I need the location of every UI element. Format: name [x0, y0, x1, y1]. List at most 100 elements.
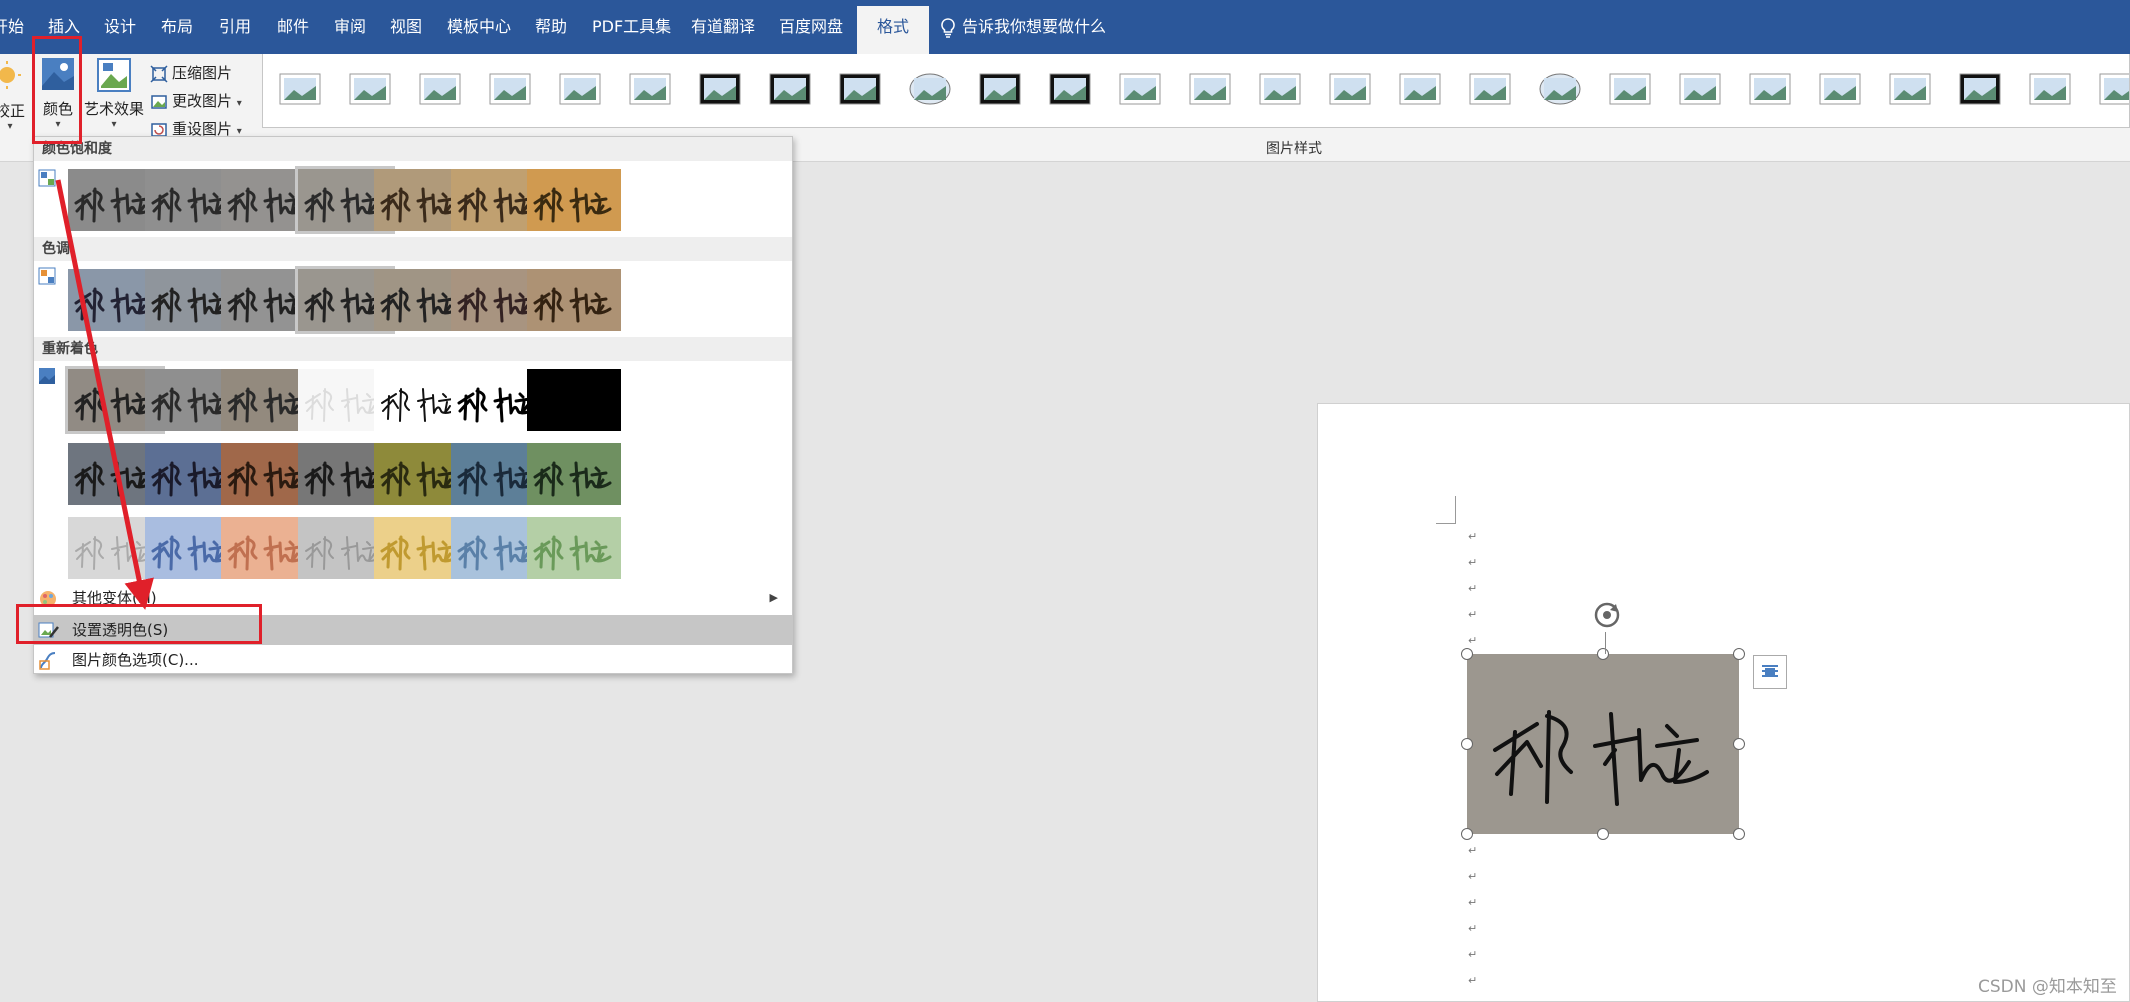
chevron-down-icon: ▾ [236, 98, 242, 109]
paragraph-mark: ↵ [1468, 974, 1478, 987]
tab-design[interactable]: 设计 [104, 0, 136, 54]
picture-style-thumbnail[interactable] [1817, 70, 1863, 108]
tab-review[interactable]: 审阅 [334, 0, 366, 54]
color-variant-thumbnail[interactable] [527, 443, 621, 505]
resize-handle[interactable] [1461, 738, 1473, 750]
paragraph-mark: ↵ [1468, 530, 1478, 543]
picture-style-thumbnail[interactable] [1397, 70, 1443, 108]
paragraph-mark: ↵ [1468, 896, 1478, 909]
corrections-button[interactable]: 校正 ▾ [0, 58, 30, 132]
csdn-watermark: CSDN @知本知至 [1978, 977, 2117, 997]
paragraph-mark: ↵ [1468, 922, 1478, 935]
picture-color-options-item[interactable]: 图片颜色选项(C)... [34, 645, 792, 675]
tab-template-center[interactable]: 模板中心 [447, 0, 511, 54]
resize-handle[interactable] [1461, 828, 1473, 840]
tab-baidu-netdisk[interactable]: 百度网盘 [779, 0, 843, 54]
corrections-label: 校正 [0, 102, 25, 120]
recolor-icon [38, 367, 56, 385]
tell-me-search[interactable]: 告诉我你想要做什么 [940, 0, 1106, 54]
chevron-down-icon: ▾ [111, 119, 117, 130]
picture-style-thumbnail[interactable] [2027, 70, 2073, 108]
picture-styles-gallery [262, 54, 2130, 128]
artistic-effects-icon [97, 58, 131, 92]
tab-view[interactable]: 视图 [390, 0, 422, 54]
resize-handle[interactable] [1733, 738, 1745, 750]
picture-style-thumbnail[interactable] [1467, 70, 1513, 108]
resize-handle[interactable] [1461, 648, 1473, 660]
tab-references[interactable]: 引用 [219, 0, 251, 54]
resize-handle[interactable] [1733, 828, 1745, 840]
picture-style-thumbnail[interactable] [1537, 70, 1583, 108]
picture-style-thumbnail[interactable] [1257, 70, 1303, 108]
picture-style-thumbnail[interactable] [487, 70, 533, 108]
picture-style-thumbnail[interactable] [277, 70, 323, 108]
resize-handle[interactable] [1597, 828, 1609, 840]
margin-corner-marker [1436, 496, 1456, 524]
tell-me-label: 告诉我你想要做什么 [962, 17, 1107, 36]
tab-mailings[interactable]: 邮件 [277, 0, 309, 54]
paragraph-mark: ↵ [1468, 634, 1478, 647]
tab-youdao-translate[interactable]: 有道翻译 [691, 0, 755, 54]
picture-style-thumbnail[interactable] [907, 70, 953, 108]
color-options-icon [39, 652, 56, 670]
tone-section-header: 色调 [34, 237, 792, 261]
artistic-effects-label: 艺术效果 [83, 100, 144, 118]
color-variant-thumbnail[interactable] [527, 369, 621, 431]
paragraph-mark: ↵ [1468, 582, 1478, 595]
picture-style-thumbnail[interactable] [1047, 70, 1093, 108]
picture-style-thumbnail[interactable] [1887, 70, 1933, 108]
artistic-effects-button[interactable]: 艺术效果 ▾ [82, 56, 146, 130]
picture-style-thumbnail[interactable] [2097, 70, 2129, 108]
rotate-icon [1594, 602, 1620, 628]
picture-style-thumbnail[interactable] [697, 70, 743, 108]
picture-style-thumbnail[interactable] [347, 70, 393, 108]
rotate-handle[interactable] [1590, 598, 1624, 636]
lightbulb-icon [941, 17, 955, 38]
picture-color-options-label: 图片颜色选项(C)... [72, 651, 199, 669]
picture-styles-group-label: 图片样式 [1266, 141, 1322, 157]
picture-style-thumbnail[interactable] [1677, 70, 1723, 108]
layout-options-button[interactable] [1753, 655, 1787, 689]
picture-style-thumbnail[interactable] [417, 70, 463, 108]
picture-style-thumbnail[interactable] [557, 70, 603, 108]
tab-layout[interactable]: 布局 [161, 0, 193, 54]
selected-signature-picture[interactable] [1461, 648, 1745, 840]
color-variant-thumbnail[interactable] [527, 269, 621, 331]
picture-style-thumbnail[interactable] [627, 70, 673, 108]
chevron-down-icon: ▾ [7, 121, 13, 132]
picture-style-thumbnail[interactable] [767, 70, 813, 108]
change-picture-label: 更改图片 [172, 92, 233, 110]
resize-handle[interactable] [1597, 648, 1609, 660]
picture-style-thumbnail[interactable] [977, 70, 1023, 108]
saturation-icon [38, 169, 56, 187]
resize-handle[interactable] [1733, 648, 1745, 660]
tab-pdf-tools[interactable]: PDF工具集 [592, 0, 671, 54]
tab-format[interactable]: 格式 [857, 6, 930, 54]
picture-style-thumbnail[interactable] [1187, 70, 1233, 108]
tone-icon [38, 267, 56, 285]
recolor-section-header: 重新着色 [34, 337, 792, 361]
color-variant-thumbnail[interactable] [527, 169, 621, 231]
tab-home[interactable]: 开始 [0, 0, 24, 54]
paragraph-mark: ↵ [1468, 870, 1478, 883]
compress-label: 压缩图片 [172, 64, 233, 82]
compress-pictures-button[interactable]: 压缩图片 [150, 60, 232, 86]
picture-style-thumbnail[interactable] [1327, 70, 1373, 108]
picture-style-thumbnail[interactable] [837, 70, 883, 108]
compress-icon [150, 64, 168, 83]
picture-style-thumbnail[interactable] [1957, 70, 2003, 108]
paragraph-mark: ↵ [1468, 948, 1478, 961]
picture-style-thumbnail[interactable] [1607, 70, 1653, 108]
picture-style-thumbnail[interactable] [1747, 70, 1793, 108]
sun-icon [0, 61, 21, 89]
tab-help[interactable]: 帮助 [535, 0, 567, 54]
picture-style-thumbnail[interactable] [1117, 70, 1163, 108]
layout-options-icon [1762, 665, 1778, 677]
change-picture-button[interactable]: 更改图片 ▾ [150, 88, 242, 114]
chevron-right-icon: ▶ [769, 591, 778, 604]
color-variant-thumbnail[interactable] [527, 517, 621, 579]
change-picture-icon [151, 94, 167, 109]
paragraph-mark: ↵ [1468, 556, 1478, 569]
paragraph-mark: ↵ [1468, 844, 1478, 857]
annotation-box-color-button [32, 36, 82, 144]
